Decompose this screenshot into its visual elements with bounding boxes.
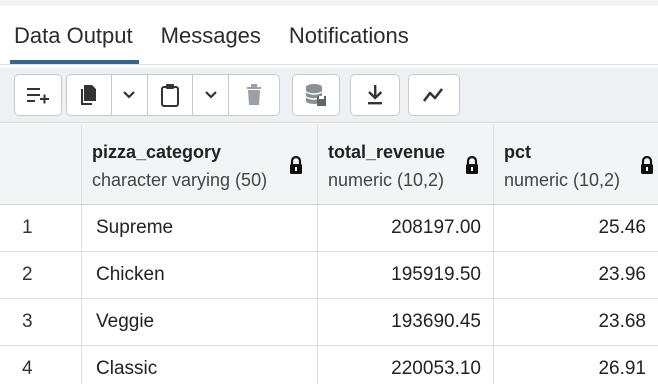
tab-notifications[interactable]: Notifications <box>275 16 423 64</box>
download-button[interactable] <box>350 74 400 116</box>
column-name: total_revenue <box>328 142 446 162</box>
cell-total-revenue[interactable]: 220053.10 <box>318 346 494 384</box>
cell-pct[interactable]: 26.91 <box>494 346 658 384</box>
cell-pizza-category[interactable]: Chicken <box>82 252 318 298</box>
save-data-button[interactable] <box>292 74 340 116</box>
cell-total-revenue[interactable]: 195919.50 <box>318 252 494 298</box>
column-type: character varying (50) <box>92 170 268 190</box>
row-number[interactable]: 2 <box>0 252 82 298</box>
cell-pct[interactable]: 25.46 <box>494 205 658 251</box>
download-icon <box>368 85 383 105</box>
copy-button[interactable] <box>67 75 111 115</box>
edit-button-group <box>66 74 280 116</box>
lock-icon <box>290 156 302 174</box>
table-row[interactable]: 2 Chicken 195919.50 23.96 <box>0 252 658 299</box>
chevron-down-icon <box>123 91 136 99</box>
column-type: numeric (10,2) <box>328 170 445 190</box>
column-name: pct <box>504 142 531 162</box>
save-data-icon <box>305 84 326 106</box>
cell-pct[interactable]: 23.68 <box>494 299 658 345</box>
lock-icon <box>466 156 478 174</box>
column-header-total-revenue[interactable]: total_revenue numeric (10,2) <box>318 124 494 204</box>
copy-icon <box>80 85 96 105</box>
result-tabs: Data Output Messages Notifications <box>0 16 658 66</box>
column-header-pizza-category[interactable]: pizza_category character varying (50) <box>82 124 318 204</box>
cell-pct[interactable]: 23.96 <box>494 252 658 298</box>
delete-button[interactable] <box>228 75 279 115</box>
graph-visualiser-button[interactable] <box>408 74 460 116</box>
row-number[interactable]: 1 <box>0 205 82 251</box>
cell-total-revenue[interactable]: 193690.45 <box>318 299 494 345</box>
tab-messages[interactable]: Messages <box>147 16 275 64</box>
table-row[interactable]: 3 Veggie 193690.45 23.68 <box>0 299 658 346</box>
chevron-down-icon <box>204 91 217 99</box>
tab-data-output[interactable]: Data Output <box>0 16 147 64</box>
cell-pizza-category[interactable]: Veggie <box>82 299 318 345</box>
table-row[interactable]: 1 Supreme 208197.00 25.46 <box>0 205 658 252</box>
add-row-icon <box>27 88 49 104</box>
column-name: pizza_category <box>92 142 222 162</box>
paste-button[interactable] <box>147 75 192 115</box>
data-toolbar <box>0 68 658 123</box>
top-strip <box>0 0 658 6</box>
paste-icon <box>161 84 180 107</box>
delete-icon <box>247 84 262 105</box>
table-row[interactable]: 4 Classic 220053.10 26.91 <box>0 346 658 384</box>
tab-divider <box>0 64 658 65</box>
graph-icon <box>422 88 444 102</box>
add-row-button[interactable] <box>14 74 62 116</box>
header-row: pizza_category character varying (50) to… <box>0 124 658 205</box>
row-number-header[interactable] <box>0 124 82 204</box>
cell-total-revenue[interactable]: 208197.00 <box>318 205 494 251</box>
copy-options-button[interactable] <box>110 75 148 115</box>
paste-options-button[interactable] <box>191 75 229 115</box>
cell-pizza-category[interactable]: Classic <box>82 346 318 384</box>
column-type: numeric (10,2) <box>504 170 621 190</box>
cell-pizza-category[interactable]: Supreme <box>82 205 318 251</box>
row-number[interactable]: 4 <box>0 346 82 384</box>
lock-icon <box>641 156 653 174</box>
column-header-pct[interactable]: pct numeric (10,2) <box>494 124 658 204</box>
row-number[interactable]: 3 <box>0 299 82 345</box>
